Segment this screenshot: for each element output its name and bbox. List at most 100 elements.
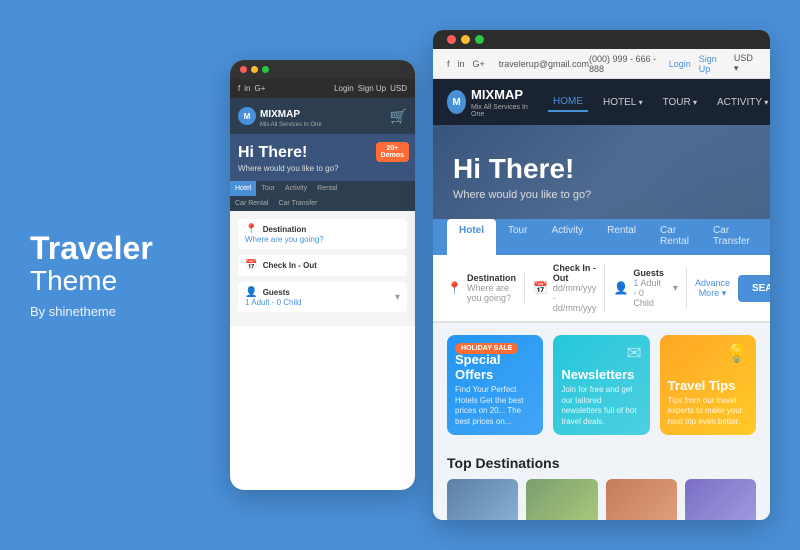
phone-number: (000) 999 - 666 - 888 [589, 54, 661, 74]
search-tab-hotel[interactable]: Hotel [447, 219, 496, 255]
mobile-tab-activity[interactable]: Activity [280, 181, 312, 196]
mobile-hero: Hi There! Where would you like to go? 20… [230, 134, 415, 181]
travel-tips-text: Tips from our travel experts to make you… [668, 396, 748, 427]
mobile-tab-car-rental[interactable]: Car Rental [230, 196, 273, 211]
desktop-minimize-dot [461, 35, 470, 44]
travel-tips-title: Travel Tips [668, 378, 748, 393]
googleplus-icon[interactable]: G+ [473, 59, 485, 69]
brand-byline: By shinetheme [30, 304, 220, 319]
mobile-checkin-field[interactable]: 📅 Check In - Out [238, 255, 407, 276]
advance-more-button[interactable]: Advance More ▾ [695, 278, 730, 299]
calendar-icon: 📅 [533, 281, 548, 295]
mobile-tab-car-transfer[interactable]: Car Transfer [273, 196, 322, 211]
brand-bold: Traveler [30, 231, 220, 266]
location-icon: 📍 [245, 224, 257, 235]
special-offers-title: Special Offers [455, 352, 535, 382]
search-tab-activity[interactable]: Activity [539, 219, 595, 255]
newsletters-text: Join for free and get our tailored newsl… [561, 385, 641, 427]
tips-icon: 💡 [726, 343, 748, 364]
desktop-destination-field[interactable]: 📍 Destination Where are you going? [447, 273, 525, 303]
mobile-logo: M MIXMAP Mix All Services In One [238, 104, 322, 128]
desktop-checkin-field[interactable]: 📅 Check In - Out dd/mm/yyy - dd/mm/yyy [533, 263, 605, 313]
top-destinations-title: Top Destinations [447, 455, 756, 471]
nav-item-activity[interactable]: ACTIVITY [712, 94, 770, 111]
special-offers-card[interactable]: HOLIDAY SALE Special Offers Find Your Pe… [447, 335, 543, 435]
mobile-hero-sub: Where would you like to go? [238, 164, 407, 173]
currency-selector[interactable]: USD ▾ [734, 53, 756, 74]
desktop-mockup: f in G+ travelerup@gmail.com (000) 999 -… [433, 30, 770, 520]
desktop-close-dot [447, 35, 456, 44]
mobile-search-form: 📍 Destination Where are you going? 📅 Che… [230, 211, 415, 326]
desktop-logo: M MIXMAP Mix All Services In One [447, 86, 528, 118]
destination-card-2[interactable] [526, 479, 597, 520]
desktop-window-controls [433, 30, 770, 49]
mobile-tab-hotel[interactable]: Hotel [230, 181, 256, 196]
nav-item-tour[interactable]: TOUR [658, 94, 702, 111]
desktop-info-bar: f in G+ travelerup@gmail.com (000) 999 -… [433, 49, 770, 79]
mobile-tab-rental[interactable]: Rental [312, 181, 342, 196]
guests-field-text: Guests 1 Adult - 0 Child [633, 268, 664, 308]
destination-card-4[interactable] [685, 479, 756, 520]
desktop-logo-icon: M [447, 90, 466, 114]
mobile-maximize-dot [262, 66, 269, 73]
mobile-social-links: f in G+ [238, 84, 265, 93]
nav-item-home[interactable]: HOME [548, 93, 588, 112]
promo-cards-section: HOLIDAY SALE Special Offers Find Your Pe… [433, 323, 770, 447]
mobile-demos-badge[interactable]: 20+ Demos [376, 142, 409, 162]
desktop-guests-field[interactable]: 👤 Guests 1 Adult - 0 Child ▾ [613, 268, 687, 308]
travel-tips-card[interactable]: 💡 Travel Tips Tips from our travel exper… [660, 335, 756, 435]
mobile-search-tabs: Hotel Tour Activity Rental [230, 181, 415, 196]
special-offers-content: Special Offers Find Your Perfect Hotels … [455, 352, 535, 427]
mobile-destination-field[interactable]: 📍 Destination Where are you going? [238, 219, 407, 249]
brand-title: Traveler Theme [30, 231, 220, 297]
checkin-field-text: Check In - Out dd/mm/yyy - dd/mm/yyy [553, 263, 597, 313]
mobile-nav-bar: f in G+ Login Sign Up USD [230, 79, 415, 98]
mobile-header: M MIXMAP Mix All Services In One 🛒 [230, 98, 415, 134]
destination-card-3[interactable] [606, 479, 677, 520]
desktop-hero-sub: Where would you like to go? [453, 189, 750, 201]
mobile-tab-tour[interactable]: Tour [256, 181, 280, 196]
mobile-auth-links: Login Sign Up USD [334, 84, 407, 93]
search-location-icon: 📍 [447, 281, 462, 295]
search-tab-tour[interactable]: Tour [496, 219, 539, 255]
desktop-search-tabs: Hotel Tour Activity Rental Car Rental Ca… [433, 219, 770, 255]
search-tab-rental[interactable]: Rental [595, 219, 648, 255]
destination-field-text: Destination Where are you going? [467, 273, 516, 303]
search-button[interactable]: SEARCH [738, 275, 770, 302]
calendar-icon: 📅 [245, 260, 257, 271]
signup-link[interactable]: Sign Up [699, 54, 726, 74]
desktop-maximize-dot [475, 35, 484, 44]
mobile-mockup: f in G+ Login Sign Up USD M MIXMAP Mix A… [230, 60, 415, 490]
mobile-search-tabs-row2: Car Rental Car Transfer [230, 196, 415, 211]
destinations-row [447, 479, 756, 520]
special-offers-text: Find Your Perfect Hotels Get the best pr… [455, 385, 535, 427]
nav-item-hotel[interactable]: HOTEL [598, 94, 648, 111]
desktop-hero: Hi There! Where would you like to go? Ho… [433, 125, 770, 255]
newsletters-title: Newsletters [561, 367, 641, 382]
facebook-icon[interactable]: f [447, 59, 450, 69]
mobile-minimize-dot [251, 66, 258, 73]
desktop-social-email: f in G+ travelerup@gmail.com [447, 59, 589, 69]
destination-card-1[interactable] [447, 479, 518, 520]
mobile-window-controls [230, 60, 415, 79]
search-tab-car-rental[interactable]: Car Rental [648, 219, 701, 255]
desktop-hero-title: Hi There! [453, 153, 750, 185]
search-tab-car-transfer[interactable]: Car Transfer [701, 219, 762, 255]
travel-tips-content: Travel Tips Tips from our travel experts… [668, 378, 748, 427]
contact-email: travelerup@gmail.com [499, 59, 589, 69]
left-panel: Traveler Theme By shinetheme [30, 231, 230, 320]
mobile-logo-text: MIXMAP Mix All Services In One [260, 104, 322, 128]
mobile-logo-icon: M [238, 107, 256, 125]
mobile-guests-field[interactable]: 👤 Guests 1 Adult - 0 Child ▾ [238, 282, 407, 312]
desktop-auth-phone: (000) 999 - 666 - 888 Login Sign Up USD … [589, 53, 756, 74]
newsletters-card[interactable]: ✉ Newsletters Join for free and get our … [553, 335, 649, 435]
desktop-logo-text: MIXMAP Mix All Services In One [471, 86, 528, 118]
mobile-cart-icon[interactable]: 🛒 [390, 108, 407, 125]
guests-icon: 👤 [613, 281, 628, 295]
brand-light: Theme [30, 266, 220, 297]
login-link[interactable]: Login [669, 59, 691, 69]
mobile-close-dot [240, 66, 247, 73]
top-destinations-section: Top Destinations [433, 447, 770, 520]
newsletters-content: Newsletters Join for free and get our ta… [561, 367, 641, 427]
linkedin-icon[interactable]: in [458, 59, 465, 69]
